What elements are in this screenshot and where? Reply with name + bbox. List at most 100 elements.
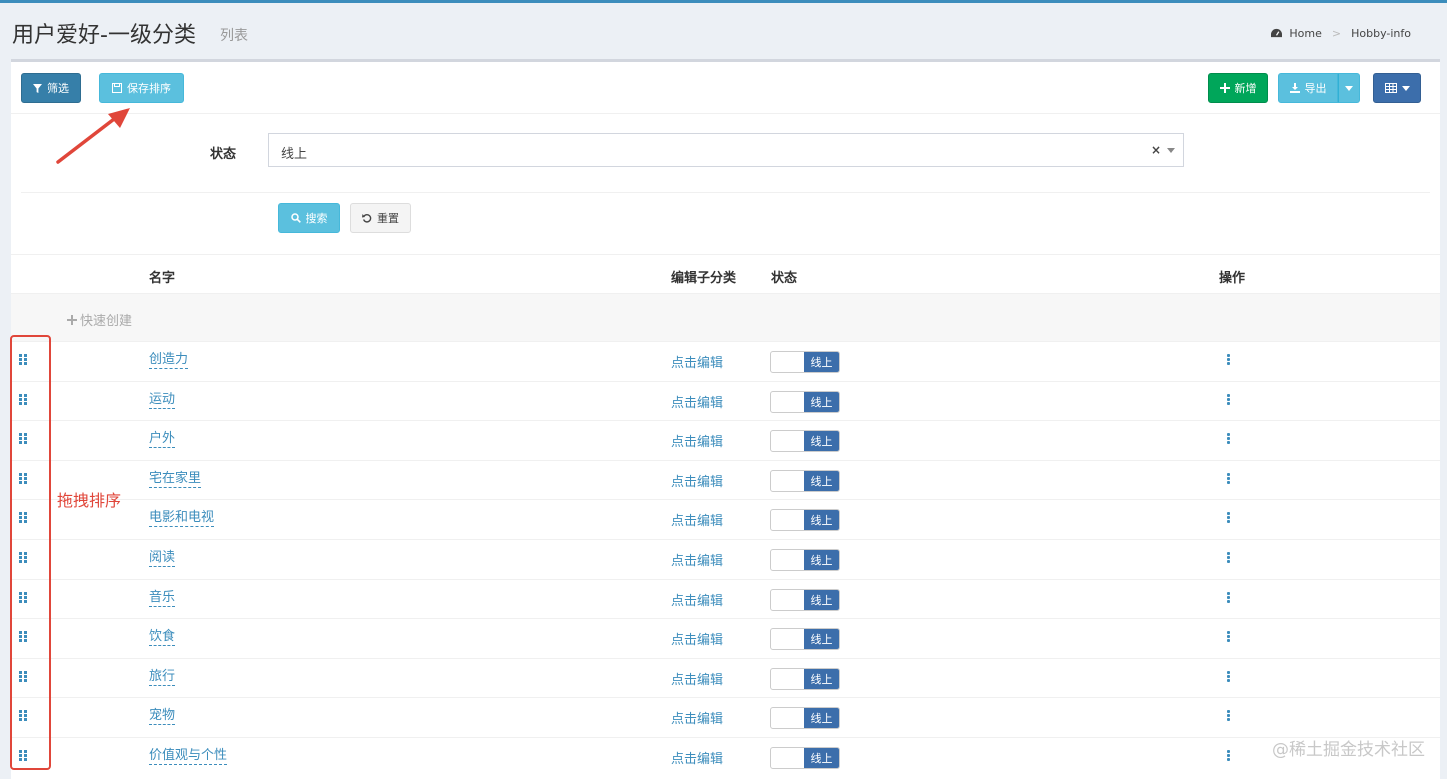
filter-button[interactable]: 筛选 [21, 73, 81, 103]
edit-subcategory-link[interactable]: 点击编辑 [671, 669, 723, 688]
status-select[interactable]: 线上 × [268, 133, 1184, 167]
table-body: 创造力 点击编辑 线上 运动 点击编辑 线上 户外 点击编辑 线上 宅在家里 点… [11, 341, 1440, 777]
reset-button-label: 重置 [377, 212, 399, 225]
hobby-name-link[interactable]: 价值观与个性 [149, 748, 228, 765]
toolbar-divider [11, 113, 1440, 114]
status-toggle[interactable]: 线上 [770, 707, 840, 730]
status-toggle-label: 线上 [804, 549, 839, 570]
edit-subcategory-link[interactable]: 点击编辑 [671, 550, 723, 569]
status-toggle-label: 线上 [804, 708, 839, 729]
column-selector-button[interactable] [1373, 73, 1421, 103]
plus-icon [67, 314, 77, 325]
edit-subcategory-link[interactable]: 点击编辑 [671, 708, 723, 727]
row-actions-menu-icon[interactable] [1227, 710, 1231, 722]
hobby-name-link[interactable]: 宅在家里 [149, 471, 202, 488]
breadcrumb-home-link[interactable]: Home [1289, 27, 1321, 40]
page-title: 用户爱好-一级分类 [12, 23, 196, 48]
search-button[interactable]: 搜索 [278, 203, 340, 233]
clear-selection-icon[interactable]: × [1151, 143, 1161, 157]
hobby-name-link[interactable]: 饮食 [149, 629, 176, 647]
status-toggle[interactable]: 线上 [770, 351, 840, 373]
status-toggle[interactable]: 线上 [770, 628, 840, 651]
breadcrumb: Home > Hobby-info [1270, 27, 1411, 40]
grid-box: 筛选 保存排序 新增 导出 状态 线上 × 搜索 重置 名字 编辑子分类 状态 … [11, 59, 1440, 779]
row-actions-menu-icon[interactable] [1227, 472, 1231, 485]
hobby-name-link[interactable]: 旅行 [149, 669, 176, 686]
breadcrumb-separator: > [1331, 27, 1342, 40]
annotation-arrow-icon [56, 108, 130, 164]
hobby-name-link[interactable]: 音乐 [149, 590, 176, 607]
reset-button[interactable]: 重置 [350, 203, 411, 233]
row-actions-menu-icon[interactable] [1227, 551, 1231, 564]
undo-icon [362, 213, 372, 223]
column-header-status: 状态 [771, 271, 798, 286]
watermark: @稀土掘金技术社区 [1272, 740, 1425, 760]
quick-create-label: 快速创建 [80, 314, 133, 329]
save-icon [112, 83, 122, 93]
hobby-name-link[interactable]: 创造力 [149, 352, 189, 369]
edit-subcategory-link[interactable]: 点击编辑 [671, 629, 723, 648]
status-toggle[interactable]: 线上 [770, 588, 840, 611]
annotation-drag-sort-label: 拖拽排序 [57, 491, 122, 510]
edit-subcategory-link[interactable]: 点击编辑 [671, 431, 723, 450]
export-button-label: 导出 [1304, 82, 1327, 95]
row-actions-menu-icon[interactable] [1227, 591, 1231, 604]
status-toggle-label: 线上 [804, 352, 839, 372]
edit-subcategory-link[interactable]: 点击编辑 [671, 392, 723, 411]
quick-create-row: 快速创建 [11, 293, 1440, 341]
filter-button-label: 筛选 [47, 82, 69, 95]
edit-subcategory-link[interactable]: 点击编辑 [671, 748, 723, 767]
status-toggle[interactable]: 线上 [770, 667, 840, 690]
edit-subcategory-link[interactable]: 点击编辑 [671, 352, 723, 371]
table-row: 价值观与个性 点击编辑 线上 [11, 736, 1440, 777]
status-toggle[interactable]: 线上 [770, 469, 840, 492]
status-toggle[interactable]: 线上 [770, 746, 840, 769]
table-icon [1384, 83, 1397, 93]
select-caret-icon[interactable] [1167, 148, 1175, 153]
annotation-drag-highlight [10, 335, 51, 770]
form-divider [11, 254, 1440, 255]
status-toggle-label: 线上 [804, 629, 839, 650]
row-actions-menu-icon[interactable] [1227, 354, 1231, 366]
row-actions-menu-icon[interactable] [1227, 631, 1231, 643]
status-toggle-label: 线上 [804, 470, 839, 491]
caret-down-icon [1345, 85, 1353, 91]
download-icon [1289, 83, 1300, 93]
export-button[interactable]: 导出 [1278, 73, 1338, 103]
new-button[interactable]: 新增 [1208, 73, 1268, 103]
table-row: 音乐 点击编辑 线上 [11, 578, 1440, 619]
new-button-label: 新增 [1234, 82, 1257, 95]
row-actions-menu-icon[interactable] [1227, 670, 1231, 683]
table-row: 宠物 点击编辑 线上 [11, 697, 1440, 737]
hobby-name-link[interactable]: 电影和电视 [149, 510, 215, 528]
quick-create-button[interactable]: 快速创建 [67, 310, 132, 329]
status-toggle-label: 线上 [804, 510, 839, 531]
column-header-name[interactable]: 名字 [149, 267, 175, 286]
edit-subcategory-link[interactable]: 点击编辑 [671, 510, 723, 529]
content-header: 用户爱好-一级分类 列表 Home > Hobby-info [0, 3, 1447, 59]
status-toggle[interactable]: 线上 [770, 548, 840, 571]
save-sort-label: 保存排序 [127, 82, 171, 95]
hobby-name-link[interactable]: 阅读 [149, 550, 176, 567]
hobby-name-link[interactable]: 宠物 [149, 708, 176, 726]
table-row: 宅在家里 点击编辑 线上 [11, 459, 1440, 500]
search-button-label: 搜索 [305, 212, 328, 225]
table-row: 户外 点击编辑 线上 [11, 420, 1440, 460]
edit-subcategory-link[interactable]: 点击编辑 [671, 471, 723, 490]
search-icon [290, 213, 301, 223]
row-actions-menu-icon[interactable] [1227, 393, 1231, 406]
page-subtitle: 列表 [220, 28, 248, 44]
status-toggle[interactable]: 线上 [770, 509, 840, 532]
row-actions-menu-icon[interactable] [1227, 749, 1231, 762]
save-sort-button[interactable]: 保存排序 [99, 73, 184, 103]
hobby-name-link[interactable]: 运动 [149, 392, 176, 409]
edit-subcategory-link[interactable]: 点击编辑 [671, 590, 723, 609]
status-toggle[interactable]: 线上 [770, 430, 840, 453]
status-toggle[interactable]: 线上 [770, 390, 840, 413]
hobby-name-link[interactable]: 户外 [149, 431, 176, 449]
table-row: 创造力 点击编辑 线上 [11, 341, 1440, 381]
export-dropdown-toggle[interactable] [1338, 73, 1360, 103]
row-actions-menu-icon[interactable] [1227, 512, 1231, 524]
row-actions-menu-icon[interactable] [1227, 433, 1231, 445]
status-toggle-label: 线上 [804, 668, 839, 689]
